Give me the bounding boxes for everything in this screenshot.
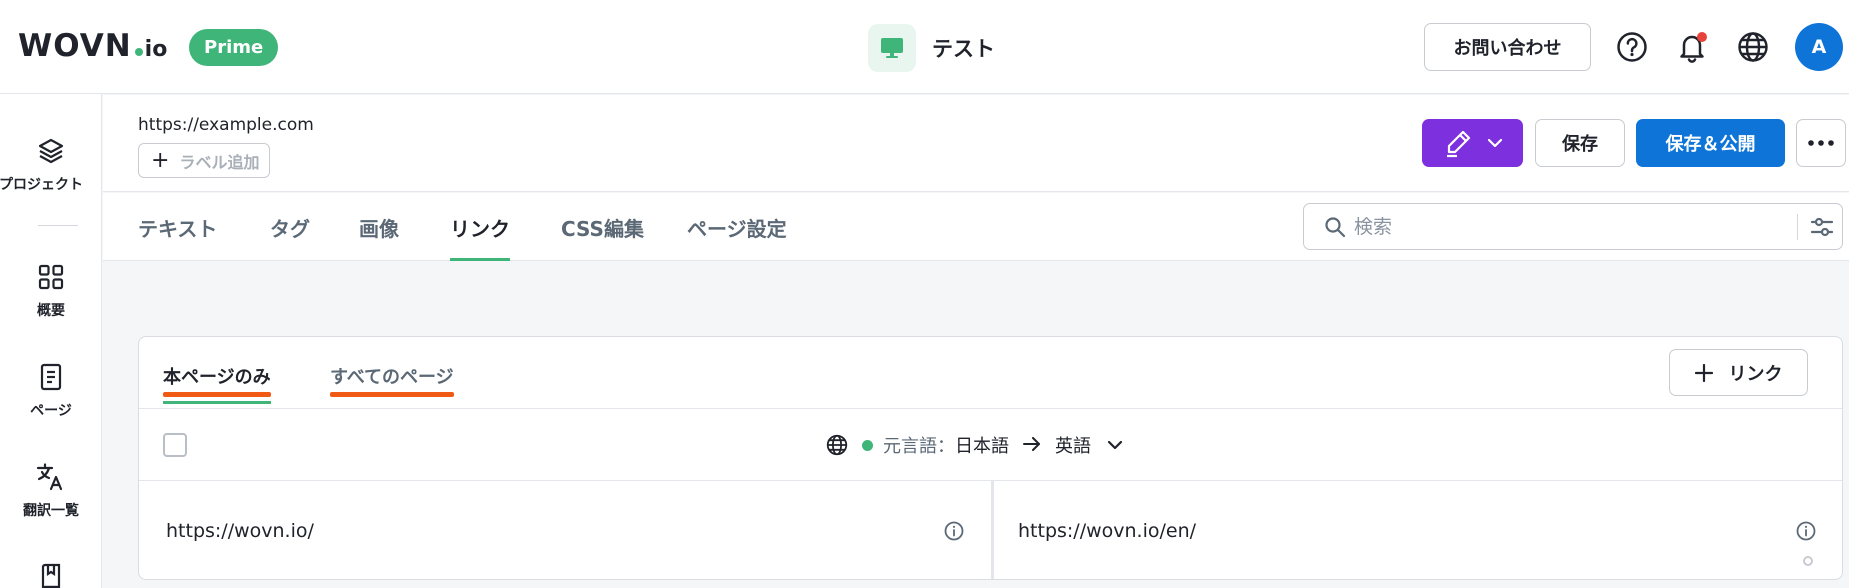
tab-label: すべてのページ — [330, 367, 454, 388]
tab-images[interactable]: 画像 — [359, 193, 399, 261]
links-card: 本ページのみ すべてのページ リンク 元言語 ： 日本語 英語 https://… — [138, 336, 1843, 580]
tab-page-settings[interactable]: ページ設定 — [687, 193, 787, 261]
sidebar-divider — [38, 225, 78, 226]
tab-text[interactable]: テキスト — [138, 193, 217, 261]
user-avatar[interactable]: A — [1795, 23, 1843, 71]
search-box — [1303, 203, 1843, 250]
info-icon[interactable] — [944, 521, 964, 541]
globe-icon[interactable] — [1735, 29, 1771, 65]
target-link-cell[interactable]: https://wovn.io/en/ — [994, 481, 1842, 579]
filter-settings-icon[interactable] — [1810, 215, 1834, 239]
search-divider — [1797, 214, 1798, 240]
grid-icon — [34, 260, 68, 294]
target-language: 英語 — [1055, 436, 1091, 457]
layers-icon — [34, 134, 68, 168]
source-link-url: https://wovn.io/ — [166, 520, 314, 542]
sidebar-item-label: プロジェクト — [0, 177, 83, 193]
editor-tabs: テキスト タグ 画像 リンク CSS編集 ページ設定 — [103, 193, 1849, 261]
monitor-icon — [868, 24, 916, 72]
tab-tags[interactable]: タグ — [270, 193, 310, 261]
pencil-icon — [1446, 130, 1470, 158]
sidebar-item-label: ページ — [30, 403, 72, 419]
language-header-row: 元言語 ： 日本語 英語 — [139, 409, 1842, 481]
edit-mode-dropdown[interactable] — [1422, 119, 1523, 167]
tab-all-pages[interactable]: すべてのページ — [330, 363, 454, 397]
save-button[interactable]: 保存 — [1535, 119, 1625, 167]
sidebar-item-overview[interactable]: 概要 — [0, 260, 102, 320]
add-label-text: ラベル追加 — [179, 152, 260, 172]
tab-label: 本ページのみ — [163, 367, 271, 388]
chevron-down-icon — [1107, 440, 1123, 450]
add-link-button[interactable]: リンク — [1669, 349, 1808, 396]
add-label-button[interactable]: + ラベル追加 — [138, 143, 271, 178]
more-options-button[interactable] — [1796, 119, 1846, 167]
top-header: WOVN io Prime テスト お問い合わせ A — [0, 0, 1849, 94]
chevron-down-icon — [1487, 138, 1502, 148]
project-switcher[interactable]: テスト — [868, 24, 995, 72]
help-icon[interactable] — [1614, 29, 1650, 65]
more-horizontal-icon — [1808, 140, 1834, 146]
project-name: テスト — [932, 37, 995, 61]
add-link-label: リンク — [1728, 363, 1783, 385]
arrow-right-icon — [1023, 435, 1041, 456]
notification-dot — [1697, 32, 1707, 42]
active-tab-indicator — [163, 401, 271, 404]
status-dot — [862, 439, 873, 451]
page-url: https://example.com — [138, 115, 314, 135]
sidebar-item-translations[interactable]: 翻訳一覧 — [0, 460, 102, 520]
tab-this-page-only[interactable]: 本ページのみ — [163, 363, 271, 404]
sidebar-item-label: 翻訳一覧 — [23, 503, 79, 519]
plan-badge: Prime — [189, 29, 279, 66]
search-input[interactable] — [1354, 204, 1774, 249]
book-icon — [34, 560, 68, 588]
contact-button[interactable]: お問い合わせ — [1424, 23, 1591, 71]
info-icon[interactable] — [1796, 521, 1816, 541]
wovn-logo[interactable]: WOVN io — [18, 28, 167, 64]
target-link-url: https://wovn.io/en/ — [1018, 520, 1197, 542]
colon-separator: ： — [937, 436, 955, 457]
translate-icon — [34, 460, 68, 494]
source-language: 日本語 — [955, 436, 1009, 457]
search-icon — [1325, 217, 1346, 238]
tab-css-edit[interactable]: CSS編集 — [561, 193, 644, 261]
logo-suffix: io — [144, 37, 168, 62]
bell-icon[interactable] — [1674, 29, 1710, 65]
sidebar-item-pages[interactable]: ページ — [0, 360, 102, 420]
scope-tabs: 本ページのみ すべてのページ リンク — [139, 337, 1842, 409]
side-navigation: プロジェクト 概要 ページ 翻訳一覧 — [0, 94, 102, 588]
save-and-publish-button[interactable]: 保存＆公開 — [1636, 119, 1785, 167]
link-row: https://wovn.io/ https://wovn.io/en/ — [139, 481, 1842, 579]
language-pair-selector[interactable]: 元言語 ： 日本語 英語 — [826, 409, 1123, 481]
source-link-cell[interactable]: https://wovn.io/ — [139, 481, 991, 579]
sidebar-item-label: 概要 — [37, 303, 65, 319]
source-language-label: 元言語 — [883, 436, 937, 457]
logo-dot — [134, 48, 143, 56]
globe-icon — [826, 434, 848, 456]
scroll-indicator — [1803, 556, 1813, 566]
document-icon — [34, 360, 68, 394]
select-all-checkbox[interactable] — [163, 433, 187, 457]
annotation-underline — [163, 392, 271, 397]
tab-links[interactable]: リンク — [450, 193, 510, 261]
plus-icon — [1694, 363, 1713, 382]
annotation-underline — [330, 392, 454, 397]
page-toolbar: https://example.com + ラベル追加 保存 保存＆公開 — [103, 95, 1849, 192]
plus-icon: + — [151, 147, 170, 173]
logo-text: WOVN — [18, 28, 132, 64]
sidebar-item-project[interactable]: プロジェクト — [0, 134, 102, 194]
sidebar-item-book[interactable] — [0, 560, 102, 588]
